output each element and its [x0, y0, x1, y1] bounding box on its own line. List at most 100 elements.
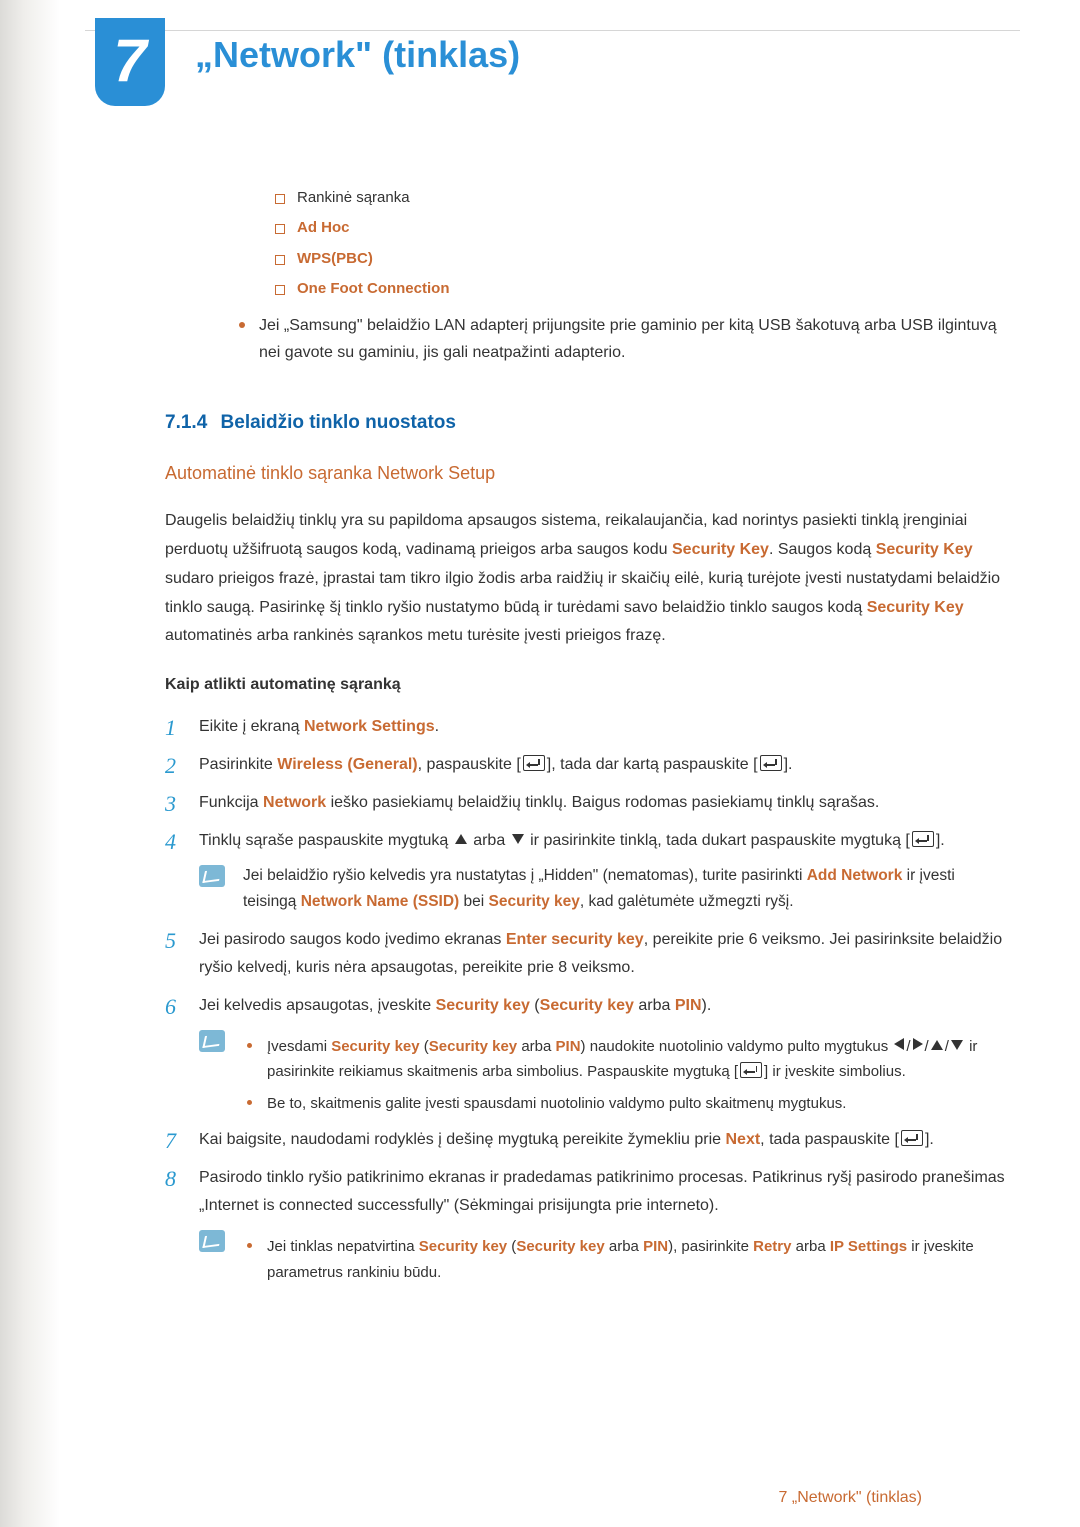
- page-shadow: [0, 0, 60, 1527]
- note-block: Įvesdami Security key (Security key arba…: [199, 1028, 1005, 1117]
- enter-icon: [740, 1062, 762, 1078]
- text: Įvesdami: [267, 1038, 331, 1055]
- text: arba: [517, 1038, 555, 1055]
- text: Jei belaidžio ryšio kelvedis yra nustaty…: [243, 867, 807, 884]
- enter-icon: [523, 755, 545, 771]
- text: arba: [605, 1238, 643, 1255]
- top-border: [85, 30, 1020, 31]
- keyword: PIN: [556, 1038, 581, 1055]
- text: Jei kelvedis apsaugotas, įveskite: [199, 997, 436, 1014]
- keyword: Security Key: [876, 541, 973, 558]
- text: ] ir įveskite simbolius.: [764, 1063, 906, 1080]
- keyword: Next: [725, 1131, 760, 1148]
- keyword: Security key: [331, 1038, 419, 1055]
- text: bei: [459, 893, 488, 910]
- keyword: Add Network: [807, 867, 903, 884]
- keyword: Enter security key: [506, 931, 644, 948]
- text: Pasirinkite: [199, 756, 277, 773]
- keyword: Security key: [516, 1238, 604, 1255]
- step: Eikite į ekraną Network Settings.: [165, 713, 1005, 741]
- keyword: Wireless (General): [277, 756, 417, 773]
- text: , kad galėtumėte užmegzti ryšį.: [580, 893, 794, 910]
- note-icon: [199, 865, 225, 887]
- text: ).: [702, 997, 712, 1014]
- text: . Saugos kodą: [769, 541, 876, 558]
- keyword: Security key: [540, 997, 634, 1014]
- note-block: Jei belaidžio ryšio kelvedis yra nustaty…: [199, 863, 1005, 916]
- page: 7 „Network" (tinklas) Rankinė sąranka Ad…: [0, 0, 1080, 1527]
- step: Jei pasirodo saugos kodo įvedimo ekranas…: [165, 926, 1005, 982]
- down-arrow-icon: [951, 1040, 963, 1050]
- text: , paspauskite [: [418, 756, 521, 773]
- chapter-tab: 7: [95, 18, 165, 106]
- content-area: Rankinė sąranka Ad Hoc WPS(PBC) One Foot…: [165, 185, 1005, 1295]
- text: automatinės arba rankinės sąrankos metu …: [165, 627, 666, 644]
- procedure-heading: Kaip atlikti automatinę sąranką: [165, 671, 1005, 699]
- note-item: Jei „Samsung" belaidžio LAN adapterį pri…: [235, 312, 1005, 366]
- keyword: Security key: [429, 1038, 517, 1055]
- keyword: IP Settings: [830, 1238, 907, 1255]
- text: Pasirodo tinklo ryšio patikrinimo ekrana…: [199, 1169, 1005, 1214]
- text: (: [507, 1238, 516, 1255]
- list-text: Rankinė sąranka: [297, 189, 410, 206]
- text: arba: [469, 832, 510, 849]
- enter-icon: [760, 755, 782, 771]
- note-icon: [199, 1030, 225, 1052]
- subheading: Automatinė tinklo sąranka Network Setup: [165, 458, 1005, 490]
- list-text: One Foot Connection: [297, 280, 449, 297]
- keyword: PIN: [643, 1238, 668, 1255]
- keyword: Security Key: [867, 599, 964, 616]
- paragraph: Daugelis belaidžių tinklų yra su papildo…: [165, 507, 1005, 651]
- step: Jei kelvedis apsaugotas, įveskite Securi…: [165, 992, 1005, 1117]
- list-text: Ad Hoc: [297, 219, 350, 236]
- keyword: Retry: [753, 1238, 791, 1255]
- text: (: [420, 1038, 429, 1055]
- sub-bullet: Jei tinklas nepatvirtina Security key (S…: [243, 1234, 1005, 1285]
- sub-bullet: Įvesdami Security key (Security key arba…: [243, 1034, 1005, 1085]
- up-arrow-icon: [931, 1040, 943, 1050]
- note-text: Įvesdami Security key (Security key arba…: [243, 1028, 1005, 1117]
- square-bullet-list: Rankinė sąranka Ad Hoc WPS(PBC) One Foot…: [275, 185, 1005, 302]
- footer: 7 „Network" (tinklas): [779, 1489, 1020, 1507]
- text: ].: [784, 756, 793, 773]
- step: Pasirodo tinklo ryšio patikrinimo ekrana…: [165, 1164, 1005, 1285]
- list-item: Rankinė sąranka: [275, 185, 1005, 211]
- steps-list: Eikite į ekraną Network Settings. Pasiri…: [165, 713, 1005, 1285]
- text: ], tada dar kartą paspauskite [: [547, 756, 758, 773]
- text: ].: [925, 1131, 934, 1148]
- text: ), pasirinkite: [668, 1238, 753, 1255]
- text: Funkcija: [199, 794, 263, 811]
- note-block: Jei tinklas nepatvirtina Security key (S…: [199, 1228, 1005, 1285]
- text: Eikite į ekraną: [199, 718, 304, 735]
- list-item: One Foot Connection: [275, 276, 1005, 302]
- text: Jei tinklas nepatvirtina: [267, 1238, 419, 1255]
- text: ) naudokite nuotolinio valdymo pulto myg…: [581, 1038, 893, 1055]
- right-arrow-icon: [913, 1038, 923, 1050]
- note-text: Jei belaidžio ryšio kelvedis yra nustaty…: [243, 863, 1005, 916]
- keyword: Security key: [436, 997, 530, 1014]
- down-arrow-icon: [512, 834, 524, 844]
- keyword: Network Name (SSID): [301, 893, 459, 910]
- enter-icon: [901, 1130, 923, 1146]
- text: ].: [936, 832, 945, 849]
- keyword: Security key: [419, 1238, 507, 1255]
- note-icon: [199, 1230, 225, 1252]
- footer-text: 7 „Network" (tinklas): [779, 1489, 922, 1507]
- keyword: Security Key: [672, 541, 769, 558]
- note-text: Jei tinklas nepatvirtina Security key (S…: [243, 1228, 1005, 1285]
- keyword: Security key: [489, 893, 580, 910]
- section-title: Belaidžio tinklo nuostatos: [221, 412, 456, 433]
- list-item: WPS(PBC): [275, 246, 1005, 272]
- up-arrow-icon: [455, 834, 467, 844]
- text: ir pasirinkite tinklą, tada dukart paspa…: [526, 832, 910, 849]
- text: (: [530, 997, 540, 1014]
- step: Pasirinkite Wireless (General), paspausk…: [165, 751, 1005, 779]
- enter-icon: [912, 831, 934, 847]
- section-heading: 7.1.4 Belaidžio tinklo nuostatos: [165, 406, 1005, 439]
- keyword: PIN: [675, 997, 702, 1014]
- text: ieško pasiekiamų belaidžių tinklų. Baigu…: [326, 794, 879, 811]
- step: Tinklų sąraše paspauskite mygtuką arba i…: [165, 827, 1005, 916]
- text: Jei pasirodo saugos kodo įvedimo ekranas: [199, 931, 506, 948]
- text: , tada paspauskite [: [760, 1131, 899, 1148]
- step: Funkcija Network ieško pasiekiamų belaid…: [165, 789, 1005, 817]
